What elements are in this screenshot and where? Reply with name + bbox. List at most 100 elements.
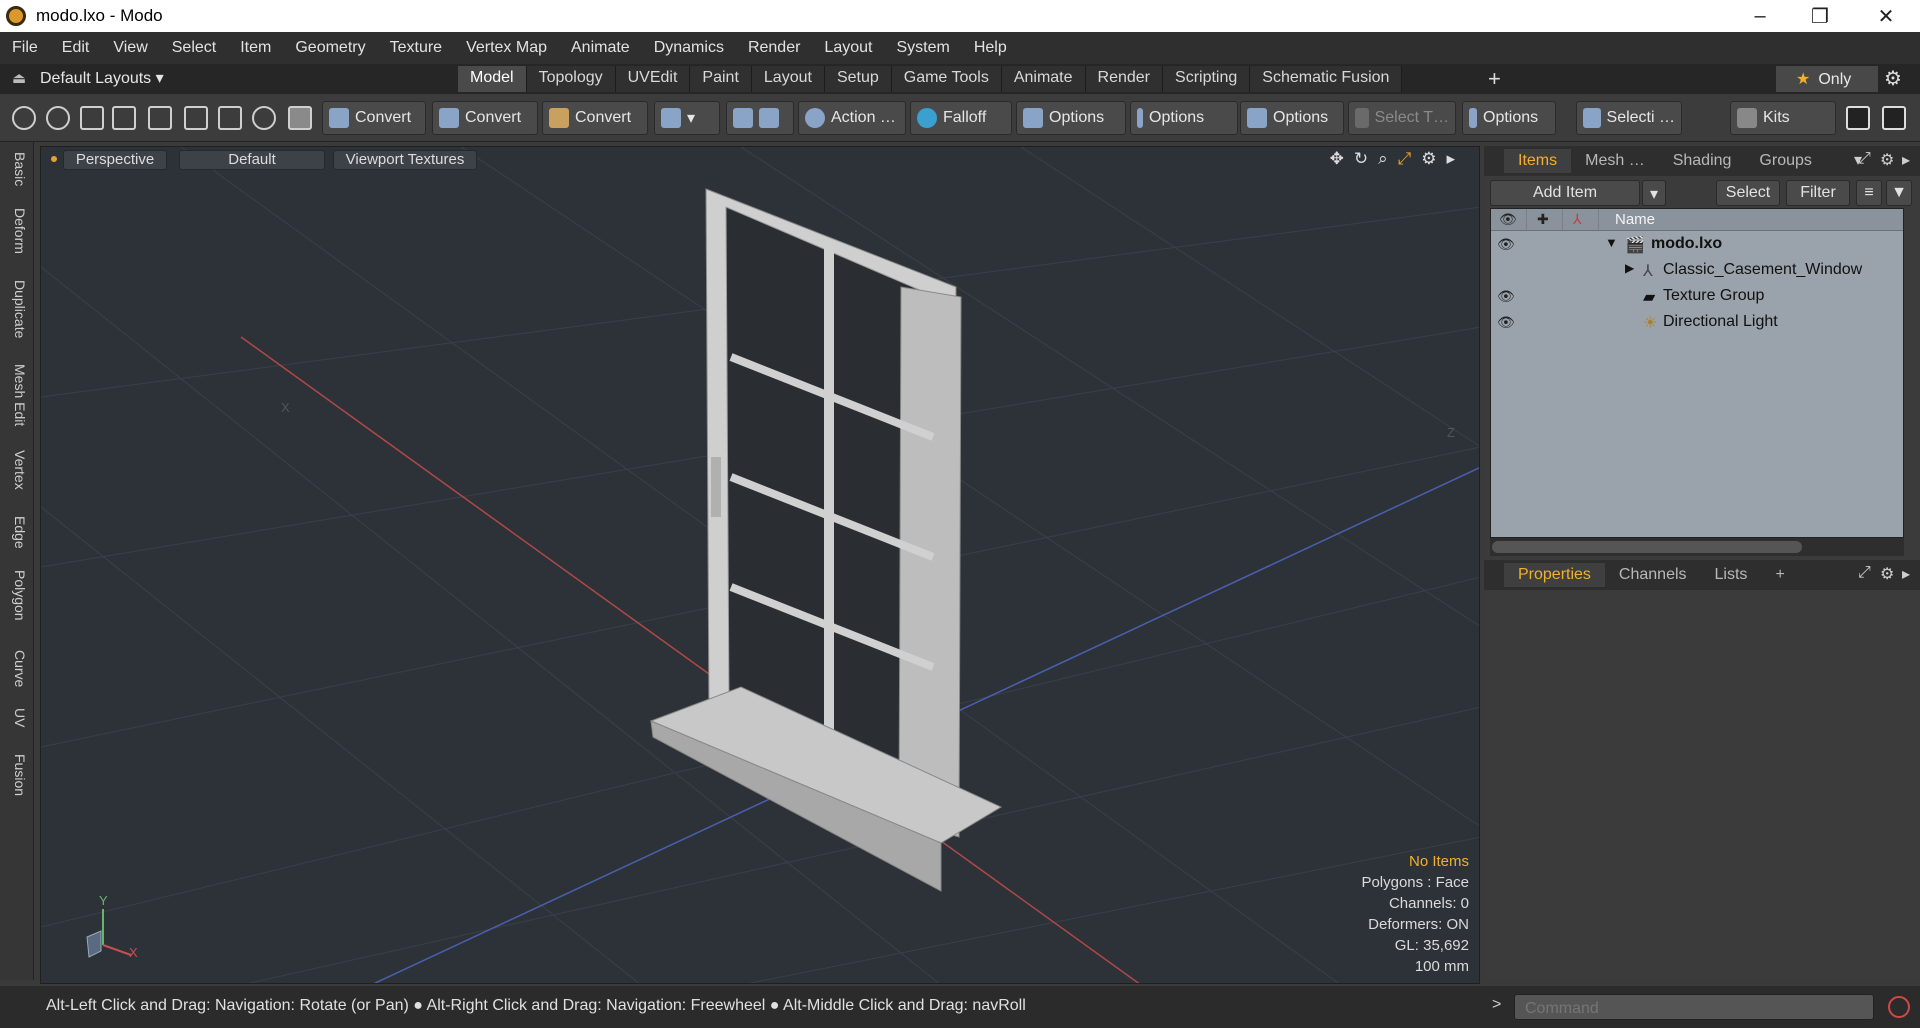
tab-uvedit[interactable]: UVEdit bbox=[615, 66, 691, 92]
convert-button-3[interactable]: Convert bbox=[542, 101, 648, 135]
locator-column-icon[interactable]: ⅄ bbox=[1573, 211, 1582, 228]
funnel-filter-icon[interactable]: ▼ bbox=[1886, 180, 1912, 206]
viewport-settings-gear-icon[interactable]: ⚙ bbox=[1421, 149, 1436, 169]
command-input[interactable] bbox=[1514, 994, 1874, 1020]
kits-button[interactable]: Kits bbox=[1730, 101, 1836, 135]
add-item-button[interactable]: Add Item bbox=[1490, 180, 1640, 206]
tab-basic[interactable]: Basic bbox=[6, 152, 28, 186]
pivot-mode-icon[interactable] bbox=[184, 106, 208, 130]
tab-uv[interactable]: UV bbox=[6, 708, 28, 727]
tab-items[interactable]: Items bbox=[1504, 149, 1572, 173]
convert-button-2[interactable]: Convert bbox=[432, 101, 538, 135]
3d-viewport[interactable]: Perspective Default Viewport Textures ✥ … bbox=[40, 146, 1480, 984]
menu-layout[interactable]: Layout bbox=[812, 39, 884, 57]
items-horizontal-scrollbar[interactable] bbox=[1490, 538, 1904, 556]
add-tab-button[interactable]: + bbox=[1488, 66, 1501, 92]
layout-home-icon[interactable]: ⏏ bbox=[12, 69, 26, 87]
tab-shading[interactable]: Shading bbox=[1659, 149, 1746, 173]
unreal-icon[interactable] bbox=[1882, 106, 1906, 130]
menu-geometry[interactable]: Geometry bbox=[283, 39, 377, 57]
add-item-dropdown-icon[interactable]: ▾ bbox=[1642, 180, 1666, 206]
name-column-header[interactable]: Name bbox=[1615, 211, 1655, 228]
materials-mode-icon[interactable] bbox=[112, 106, 136, 130]
tab-deform[interactable]: Deform bbox=[6, 208, 28, 254]
viewport-textures-dropdown[interactable]: Viewport Textures bbox=[333, 150, 477, 170]
polygons-mode-icon[interactable] bbox=[80, 106, 104, 130]
menu-item[interactable]: Item bbox=[228, 39, 283, 57]
tab-layout[interactable]: Layout bbox=[751, 66, 825, 92]
tab-mesh-edit[interactable]: Mesh Edit bbox=[6, 364, 28, 426]
select-button[interactable]: Select bbox=[1716, 180, 1780, 206]
scrollbar-thumb[interactable] bbox=[1492, 541, 1802, 553]
menu-view[interactable]: View bbox=[101, 39, 159, 57]
options-button-4[interactable]: Options bbox=[1462, 101, 1556, 135]
tab-lists[interactable]: Lists bbox=[1701, 563, 1762, 587]
menu-file[interactable]: File bbox=[0, 39, 50, 57]
tab-groups[interactable]: Groups bbox=[1745, 149, 1825, 173]
visibility-eye-icon[interactable]: 👁 bbox=[1497, 236, 1515, 253]
tab-scripting[interactable]: Scripting bbox=[1163, 66, 1251, 92]
tab-polygon[interactable]: Polygon bbox=[6, 570, 28, 621]
rotate-view-icon[interactable]: ↻ bbox=[1354, 149, 1368, 169]
tab-paint[interactable]: Paint bbox=[690, 66, 752, 92]
options-button-2[interactable]: Options bbox=[1130, 101, 1238, 135]
tab-channels[interactable]: Channels bbox=[1605, 563, 1701, 587]
tab-edge[interactable]: Edge bbox=[6, 516, 28, 549]
expand-panel-icon[interactable]: ⤢ bbox=[1858, 150, 1871, 168]
zoom-icon[interactable]: ⌕ bbox=[1378, 149, 1388, 169]
edges-mode-icon[interactable] bbox=[46, 106, 70, 130]
tab-curve[interactable]: Curve bbox=[6, 650, 28, 687]
tab-topology[interactable]: Topology bbox=[526, 66, 616, 92]
menu-texture[interactable]: Texture bbox=[378, 39, 454, 57]
menu-animate[interactable]: Animate bbox=[559, 39, 642, 57]
tab-animate[interactable]: Animate bbox=[1001, 66, 1086, 92]
expand-arrow-icon[interactable]: ▼ bbox=[1605, 235, 1618, 250]
expand-panel-icon[interactable]: ⤢ bbox=[1858, 564, 1871, 582]
tree-row-directional-light[interactable]: 👁 ☀ Directional Light bbox=[1491, 309, 1903, 335]
auto-select-icon[interactable] bbox=[252, 106, 276, 130]
panel-settings-gear-icon[interactable]: ⚙ bbox=[1880, 150, 1894, 170]
tab-duplicate[interactable]: Duplicate bbox=[6, 280, 28, 338]
viewport-menu-dot-icon[interactable] bbox=[51, 156, 57, 162]
selection-sets-button[interactable]: Selecti … bbox=[1576, 101, 1682, 135]
add-properties-tab-button[interactable]: + bbox=[1761, 563, 1798, 587]
close-button[interactable]: ✕ bbox=[1856, 0, 1916, 32]
panel-settings-gear-icon[interactable]: ⚙ bbox=[1880, 564, 1894, 584]
action-center-button[interactable]: Action … bbox=[798, 101, 906, 135]
default-layouts-dropdown[interactable]: Default Layouts ▾ bbox=[40, 68, 164, 88]
tab-setup[interactable]: Setup bbox=[824, 66, 892, 92]
chevron-right-icon[interactable]: ▸ bbox=[1902, 564, 1910, 584]
symmetry-buttons[interactable] bbox=[726, 101, 794, 135]
tree-row-mesh[interactable]: ▶ ⅄ Classic_Casement_Window bbox=[1491, 257, 1903, 283]
tab-schematic-fusion[interactable]: Schematic Fusion bbox=[1250, 66, 1403, 92]
filter-button[interactable]: Filter bbox=[1786, 180, 1850, 206]
menu-vertex-map[interactable]: Vertex Map bbox=[454, 39, 559, 57]
menu-render[interactable]: Render bbox=[736, 39, 812, 57]
tab-model[interactable]: Model bbox=[458, 66, 527, 92]
menu-edit[interactable]: Edit bbox=[50, 39, 102, 57]
items-mode-icon[interactable] bbox=[148, 106, 172, 130]
tree-row-scene[interactable]: 👁 ▼ 🎬 modo.lxo bbox=[1491, 231, 1903, 257]
lock-column-icon[interactable]: ✚ bbox=[1537, 211, 1549, 228]
options-button-3[interactable]: Options bbox=[1240, 101, 1344, 135]
visibility-eye-icon[interactable]: 👁 bbox=[1497, 288, 1515, 305]
primitive-dropdown[interactable]: ▾ bbox=[654, 101, 720, 135]
convert-button-1[interactable]: Convert bbox=[322, 101, 426, 135]
pan-move-icon[interactable]: ✥ bbox=[1330, 149, 1344, 169]
menu-select[interactable]: Select bbox=[160, 39, 228, 57]
tab-game-tools[interactable]: Game Tools bbox=[891, 66, 1002, 92]
chevron-right-icon[interactable]: ▸ bbox=[1446, 149, 1455, 169]
only-toggle[interactable]: ★ Only bbox=[1776, 66, 1878, 92]
tab-properties[interactable]: Properties bbox=[1504, 563, 1605, 587]
expand-arrow-icon[interactable]: ▶ bbox=[1625, 261, 1634, 275]
minimize-button[interactable]: – bbox=[1730, 0, 1790, 32]
center-mode-icon[interactable] bbox=[218, 106, 242, 130]
layout-settings-gear-icon[interactable]: ⚙ bbox=[1884, 66, 1902, 91]
shading-dropdown[interactable]: Default bbox=[179, 150, 325, 170]
tree-row-texture-group[interactable]: 👁 ▰ Texture Group bbox=[1491, 283, 1903, 309]
menu-dynamics[interactable]: Dynamics bbox=[642, 39, 736, 57]
unity-icon[interactable] bbox=[1846, 106, 1870, 130]
tab-vertex[interactable]: Vertex bbox=[6, 450, 28, 490]
restore-button[interactable]: ❐ bbox=[1790, 0, 1850, 32]
select-through-button[interactable]: Select T… bbox=[1348, 101, 1456, 135]
